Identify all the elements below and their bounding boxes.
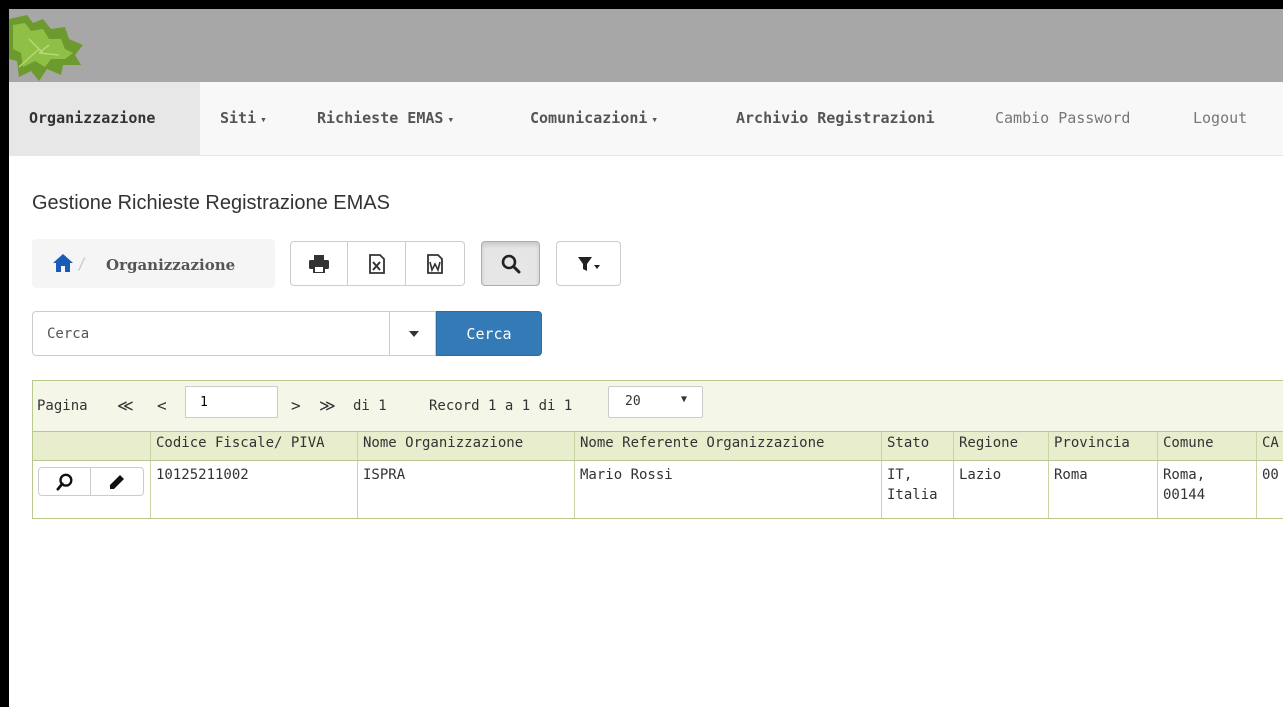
nav-logout-label: Logout — [1193, 109, 1248, 127]
nav-richieste-emas-label: Richieste EMAS — [317, 109, 444, 127]
header-actions — [33, 432, 150, 460]
excel-file-icon — [368, 253, 385, 274]
nav-siti[interactable]: Siti ▾ — [220, 82, 267, 155]
last-page-button[interactable]: ≫ — [319, 381, 336, 431]
cell-nome-referente: Mario Rossi — [574, 461, 881, 518]
table-row: 10125211002 ISPRA Mario Rossi IT, Italia… — [33, 461, 1283, 518]
header-stato[interactable]: Stato — [881, 432, 953, 460]
nav-cambio-password[interactable]: Cambio Password — [995, 82, 1130, 155]
cell-comune-name: Roma, — [1163, 467, 1206, 483]
cell-regione: Lazio — [953, 461, 1048, 518]
nav-organizzazione-label: Organizzazione — [29, 109, 156, 127]
cell-provincia: Roma — [1048, 461, 1157, 518]
search-button[interactable]: Cerca — [436, 311, 542, 356]
export-word-button[interactable] — [406, 241, 465, 286]
nav-archivio-registrazioni[interactable]: Archivio Registrazioni — [736, 82, 935, 155]
row-actions — [33, 461, 150, 518]
nav-archivio-registrazioni-label: Archivio Registrazioni — [736, 109, 935, 127]
print-button[interactable] — [290, 241, 348, 286]
home-icon[interactable] — [52, 253, 74, 273]
filter-dropdown-button[interactable] — [556, 241, 621, 286]
header-nome-organizzazione[interactable]: Nome Organizzazione — [357, 432, 574, 460]
header-comune[interactable]: Comune — [1157, 432, 1256, 460]
prev-page-button[interactable]: < — [157, 381, 167, 431]
breadcrumb-current: Organizzazione — [106, 256, 236, 274]
window-left-border — [0, 0, 9, 707]
pencil-icon — [110, 474, 124, 489]
table-header: Codice Fiscale/ PIVA Nome Organizzazione… — [33, 431, 1283, 461]
view-row-button[interactable] — [38, 467, 91, 496]
search-input[interactable] — [33, 312, 389, 355]
page-total: di 1 — [353, 398, 387, 414]
breadcrumb: / Organizzazione — [32, 239, 275, 288]
cell-nome-organizzazione: ISPRA — [357, 461, 574, 518]
pager: Pagina ≪ < > ≫ di 1 Record 1 a 1 di 1 20… — [33, 381, 1283, 431]
cell-stato-code: IT, — [887, 467, 913, 483]
header-nome-referente[interactable]: Nome Referente Organizzazione — [574, 432, 881, 460]
search-icon — [501, 254, 520, 273]
cell-cap: 00 — [1256, 461, 1283, 518]
word-file-icon — [427, 253, 443, 274]
first-page-button[interactable]: ≪ — [117, 381, 134, 431]
nav-richieste-emas[interactable]: Richieste EMAS ▾ — [317, 82, 454, 155]
nav-organizzazione[interactable]: Organizzazione — [9, 82, 200, 155]
cell-codice-fiscale: 10125211002 — [150, 461, 357, 518]
page-size-select[interactable]: 20 ▼ — [608, 386, 703, 418]
chevron-down-icon: ▾ — [260, 113, 267, 126]
chevron-down-icon: ▾ — [651, 113, 659, 126]
header-banner — [9, 9, 1283, 82]
cell-stato-name: Italia — [887, 487, 938, 503]
export-excel-button[interactable] — [348, 241, 406, 286]
next-page-button[interactable]: > — [291, 381, 301, 431]
search-toggle-button[interactable] — [481, 241, 540, 286]
nav-comunicazioni-label: Comunicazioni — [530, 109, 648, 127]
header-cap[interactable]: CA — [1256, 432, 1283, 460]
leaf-logo-icon — [9, 15, 83, 81]
page-size-value: 20 — [625, 394, 641, 409]
cell-comune: Roma, 00144 — [1157, 461, 1256, 518]
caret-down-icon — [408, 330, 419, 337]
page-number-input[interactable] — [185, 386, 278, 418]
page-title: Gestione Richieste Registrazione EMAS — [32, 192, 390, 214]
search-icon — [55, 473, 72, 491]
row-action-group — [38, 467, 144, 496]
print-icon — [309, 254, 329, 273]
header-regione[interactable]: Regione — [953, 432, 1048, 460]
header-codice-fiscale[interactable]: Codice Fiscale/ PIVA — [150, 432, 357, 460]
header-provincia[interactable]: Provincia — [1048, 432, 1157, 460]
caret-down-icon: ▼ — [681, 394, 688, 405]
cell-stato: IT, Italia — [881, 461, 953, 518]
search-options-toggle[interactable] — [389, 312, 437, 355]
record-info: Record 1 a 1 di 1 — [429, 398, 573, 414]
main-navbar: Organizzazione Siti ▾ Richieste EMAS ▾ Com… — [9, 82, 1283, 156]
nav-siti-label: Siti — [220, 109, 257, 127]
cell-comune-cap: 00144 — [1163, 487, 1206, 503]
window-top-border — [0, 0, 1283, 9]
chevron-down-icon: ▾ — [447, 113, 455, 126]
nav-logout[interactable]: Logout — [1193, 82, 1247, 155]
nav-comunicazioni[interactable]: Comunicazioni ▾ — [530, 82, 658, 155]
filter-icon — [577, 256, 600, 271]
search-box — [32, 311, 436, 356]
breadcrumb-separator: / — [77, 254, 87, 273]
nav-cambio-password-label: Cambio Password — [995, 109, 1131, 127]
edit-row-button[interactable] — [90, 467, 144, 496]
pager-label: Pagina — [37, 398, 88, 414]
results-grid: Pagina ≪ < > ≫ di 1 Record 1 a 1 di 1 20… — [32, 380, 1283, 519]
